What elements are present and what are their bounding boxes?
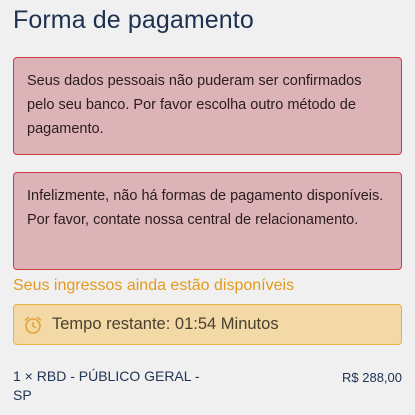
tickets-available-notice: Seus ingressos ainda estão disponíveis <box>13 277 295 294</box>
timer-label: Tempo restante: <box>52 315 171 333</box>
order-line-item: 1 × RBD - PÚBLICO GERAL - SP R$ 288,00 <box>13 367 402 405</box>
timer-unit: Minutos <box>220 315 279 333</box>
alert-message: Seus dados pessoais não puderam ser conf… <box>27 73 362 137</box>
order-item-price: R$ 288,00 <box>342 370 402 385</box>
no-payment-methods-alert: Infelizmente, não há formas de pagamento… <box>13 172 402 270</box>
payment-page: Forma de pagamento Seus dados pessoais n… <box>0 0 415 415</box>
bank-confirmation-error-alert: Seus dados pessoais não puderam ser conf… <box>13 57 402 155</box>
timer-value: 01:54 <box>174 315 217 333</box>
alarm-clock-icon <box>24 316 42 334</box>
alert-message: Infelizmente, não há formas de pagamento… <box>27 188 384 228</box>
remaining-time-box: Tempo restante: 01:54 Minutos <box>13 304 402 345</box>
page-title: Forma de pagamento <box>13 6 254 34</box>
order-item-description: 1 × RBD - PÚBLICO GERAL - SP <box>13 368 200 403</box>
